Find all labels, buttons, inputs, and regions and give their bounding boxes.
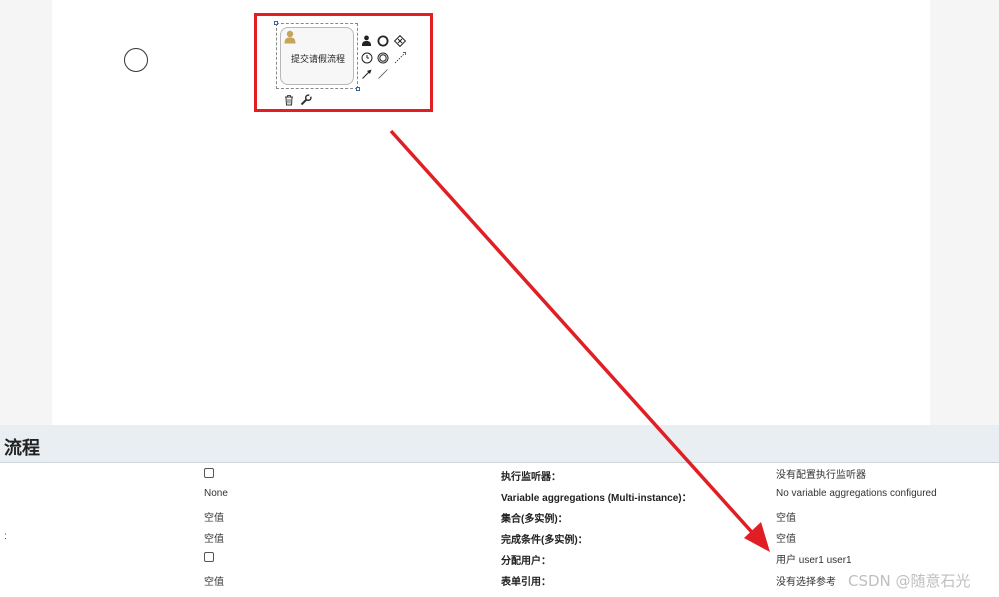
checkbox[interactable]: [204, 552, 214, 562]
property-value[interactable]: 没有配置执行监听器: [776, 466, 866, 481]
property-label: Variable aggregations (Multi-instance)：: [501, 493, 692, 504]
property-value[interactable]: 没有选择参考: [776, 573, 836, 588]
checkbox[interactable]: [204, 468, 214, 478]
bpmn-canvas[interactable]: [52, 0, 930, 425]
panel-header: 流程: [0, 425, 999, 463]
property-value[interactable]: 空值: [776, 530, 796, 545]
property-value[interactable]: None: [204, 488, 228, 499]
property-label: 分配用户：: [501, 556, 551, 567]
property-value[interactable]: 空值: [204, 509, 224, 524]
property-value[interactable]: 空值: [204, 573, 224, 588]
property-value[interactable]: 空值: [776, 509, 796, 524]
property-label: 集合(多实例)：: [501, 514, 568, 525]
left-gutter: [0, 0, 52, 425]
panel-title: 流程: [4, 438, 40, 458]
right-gutter: [930, 0, 999, 425]
property-value[interactable]: No variable aggregations configured: [776, 488, 937, 499]
assigned-user-value[interactable]: 用户 user1 user1: [776, 551, 852, 566]
start-event[interactable]: [124, 48, 148, 72]
property-value[interactable]: 空值: [204, 530, 224, 545]
highlight-box: [254, 13, 433, 112]
page: 提交请假流程 流程 : None 空值 空值 空值 执行监听器： Variabl…: [0, 0, 999, 597]
watermark: CSDN @随意石光: [848, 572, 971, 590]
property-label: 完成条件(多实例)：: [501, 535, 588, 546]
left-colon: :: [4, 531, 7, 542]
property-label: 表单引用：: [501, 577, 551, 588]
property-label: 执行监听器：: [501, 472, 561, 483]
